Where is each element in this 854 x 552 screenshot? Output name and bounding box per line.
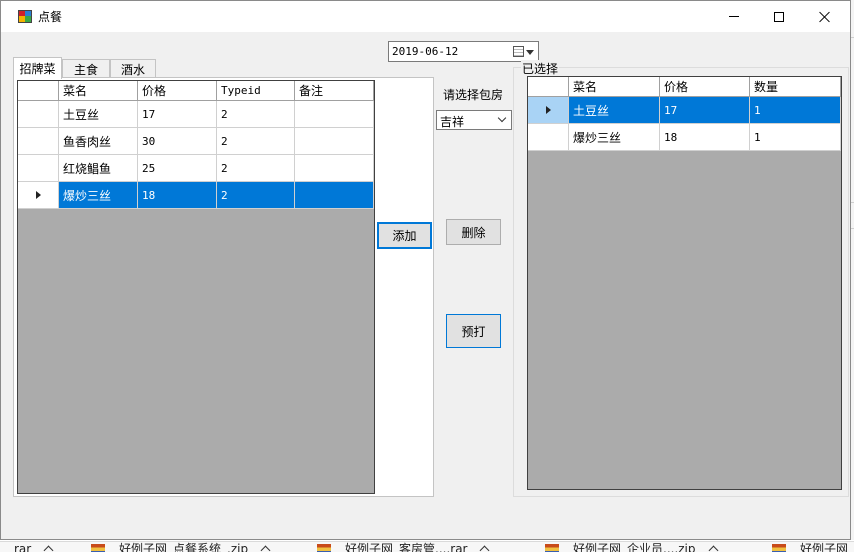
column-header[interactable]: 价格 (660, 77, 750, 97)
note-cell[interactable] (295, 155, 374, 182)
price-cell[interactable]: 17 (138, 101, 217, 128)
minimize-icon (729, 16, 739, 17)
price-cell[interactable]: 18 (138, 182, 217, 209)
column-header[interactable]: 菜名 (59, 81, 138, 101)
download-item[interactable]: 好例子网_点餐系统_.zip (91, 542, 271, 552)
row-header[interactable] (18, 182, 59, 209)
download-item-label: 好例子网_客房管....rar (345, 542, 468, 552)
row-header[interactable] (18, 101, 59, 128)
price-cell[interactable]: 30 (138, 128, 217, 155)
note-cell[interactable] (295, 182, 374, 209)
chevron-up-icon[interactable] (708, 545, 718, 552)
quantity-cell[interactable]: 1 (750, 97, 841, 124)
window-title: 点餐 (38, 10, 63, 24)
close-icon (819, 11, 831, 23)
tab-label: 主食 (73, 62, 98, 77)
table-row[interactable]: 爆炒三丝 18 1 (528, 124, 841, 151)
dropdown-arrow-icon[interactable] (526, 50, 534, 55)
price-cell[interactable]: 25 (138, 155, 217, 182)
archive-icon (317, 544, 331, 552)
download-item[interactable]: 好例子网_企业员....zip (545, 542, 718, 552)
tab-drinks[interactable]: 酒水 (110, 59, 156, 78)
column-header[interactable]: 备注 (295, 81, 374, 101)
row-header[interactable] (528, 124, 569, 151)
download-item[interactable]: rar (14, 542, 54, 552)
chevron-down-icon (497, 113, 507, 123)
typeid-cell[interactable]: 2 (217, 128, 295, 155)
table-row-selected[interactable]: 爆炒三丝 18 2 (18, 182, 374, 209)
pre-print-button[interactable]: 预打 (446, 314, 501, 348)
download-item-label: 好例子网_点餐系统_.zip (119, 542, 249, 552)
table-row[interactable]: 红烧鲳鱼 25 2 (18, 155, 374, 182)
row-header[interactable] (528, 97, 569, 124)
room-select[interactable]: 吉祥 (436, 110, 512, 130)
tab-label: 酒水 (120, 62, 145, 77)
row-header-corner (18, 81, 59, 101)
pre-print-button-label: 预打 (461, 324, 486, 339)
minimize-button[interactable] (711, 1, 757, 32)
add-button-label: 添加 (392, 229, 417, 243)
dish-name-cell[interactable]: 土豆丝 (569, 97, 660, 124)
dish-name-cell[interactable]: 爆炒三丝 (59, 182, 138, 209)
typeid-cell[interactable]: 2 (217, 182, 295, 209)
date-value: 2019-06-12 (392, 45, 459, 58)
chevron-up-icon[interactable] (260, 545, 271, 552)
tab-staple-food[interactable]: 主食 (62, 59, 110, 78)
selected-group-title: 已选择 (521, 60, 560, 77)
dish-name-cell[interactable]: 爆炒三丝 (569, 124, 660, 151)
row-header[interactable] (18, 128, 59, 155)
calendar-icon[interactable] (513, 46, 524, 57)
grid-header: 菜名 价格 Typeid 备注 (18, 81, 374, 101)
maximize-button[interactable] (756, 1, 802, 32)
dish-name-cell[interactable]: 土豆丝 (59, 101, 138, 128)
column-header[interactable]: 价格 (138, 81, 217, 101)
table-row[interactable]: 鱼香肉丝 30 2 (18, 128, 374, 155)
row-header[interactable] (18, 155, 59, 182)
typeid-cell[interactable]: 2 (217, 155, 295, 182)
chevron-up-icon[interactable] (480, 545, 490, 552)
selected-grid[interactable]: 菜名 价格 数量 土豆丝 17 1 爆炒三丝 18 1 (527, 76, 842, 490)
column-header[interactable]: Typeid (217, 81, 295, 101)
archive-icon (545, 544, 559, 552)
title-bar[interactable]: 点餐 (1, 1, 850, 32)
date-picker[interactable]: 2019-06-12 (388, 41, 539, 62)
note-cell[interactable] (295, 128, 374, 155)
current-row-arrow-icon (35, 191, 41, 199)
price-cell[interactable]: 17 (660, 97, 750, 124)
tab-label: 招牌菜 (19, 62, 56, 76)
room-label: 请选择包房 (443, 88, 504, 102)
row-header-corner (528, 77, 569, 97)
download-item-label: rar (14, 542, 32, 552)
grid-header: 菜名 价格 数量 (528, 77, 841, 97)
tab-signature-dishes[interactable]: 招牌菜 (13, 57, 62, 79)
quantity-cell[interactable]: 1 (750, 124, 841, 151)
maximize-icon (774, 11, 784, 22)
dish-name-cell[interactable]: 鱼香肉丝 (59, 128, 138, 155)
download-item[interactable]: 好例子网 (772, 542, 848, 552)
table-row-selected[interactable]: 土豆丝 17 1 (528, 97, 841, 124)
table-row[interactable]: 土豆丝 17 2 (18, 101, 374, 128)
menu-grid[interactable]: 菜名 价格 Typeid 备注 土豆丝 17 2 鱼香肉丝 30 2 红烧鲳鱼 … (17, 80, 375, 494)
current-row-arrow-icon (545, 106, 551, 114)
archive-icon (772, 544, 786, 552)
dish-name-cell[interactable]: 红烧鲳鱼 (59, 155, 138, 182)
download-bar: rar 好例子网_点餐系统_.zip 好例子网_客房管....rar 好例子网_… (0, 541, 854, 552)
column-header[interactable]: 数量 (750, 77, 841, 97)
download-item[interactable]: 好例子网_客房管....rar (317, 542, 490, 552)
column-header[interactable]: 菜名 (569, 77, 660, 97)
download-item-label: 好例子网 (800, 542, 849, 552)
download-item-label: 好例子网_企业员....zip (573, 542, 696, 552)
room-select-value: 吉祥 (440, 115, 465, 129)
archive-icon (91, 544, 105, 552)
close-button[interactable] (802, 1, 848, 32)
add-button[interactable]: 添加 (377, 222, 432, 249)
chevron-up-icon[interactable] (43, 545, 54, 552)
delete-button-label: 删除 (461, 225, 486, 240)
app-icon (18, 10, 32, 23)
delete-button[interactable]: 删除 (446, 219, 501, 245)
note-cell[interactable] (295, 101, 374, 128)
typeid-cell[interactable]: 2 (217, 101, 295, 128)
price-cell[interactable]: 18 (660, 124, 750, 151)
